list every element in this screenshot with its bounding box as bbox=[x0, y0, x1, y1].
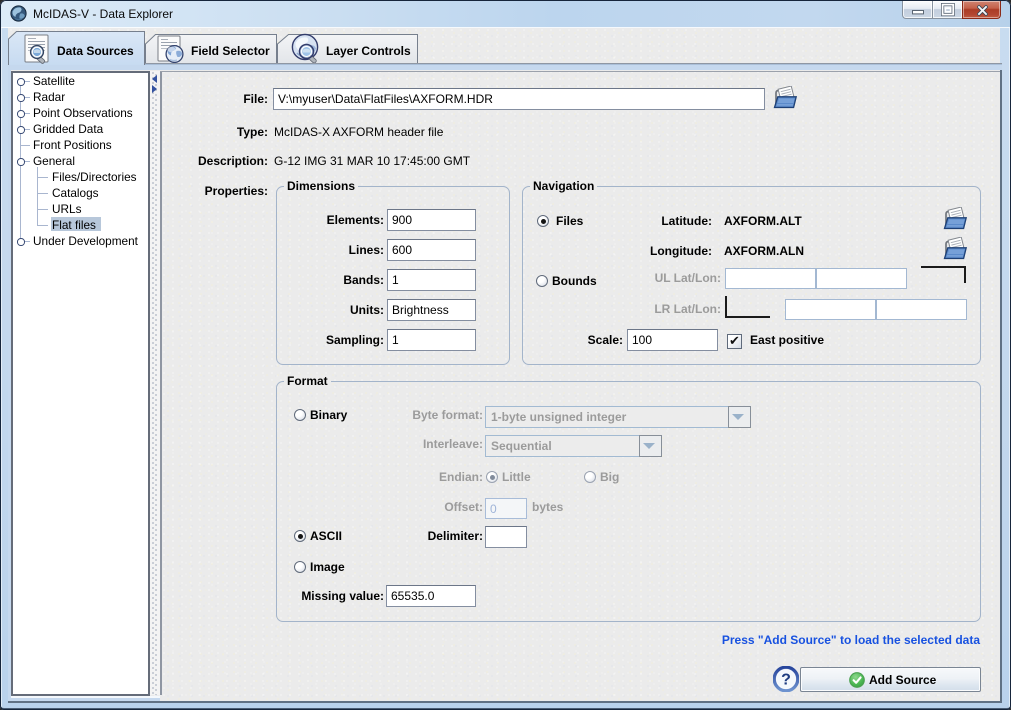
svg-text:?: ? bbox=[781, 672, 791, 689]
